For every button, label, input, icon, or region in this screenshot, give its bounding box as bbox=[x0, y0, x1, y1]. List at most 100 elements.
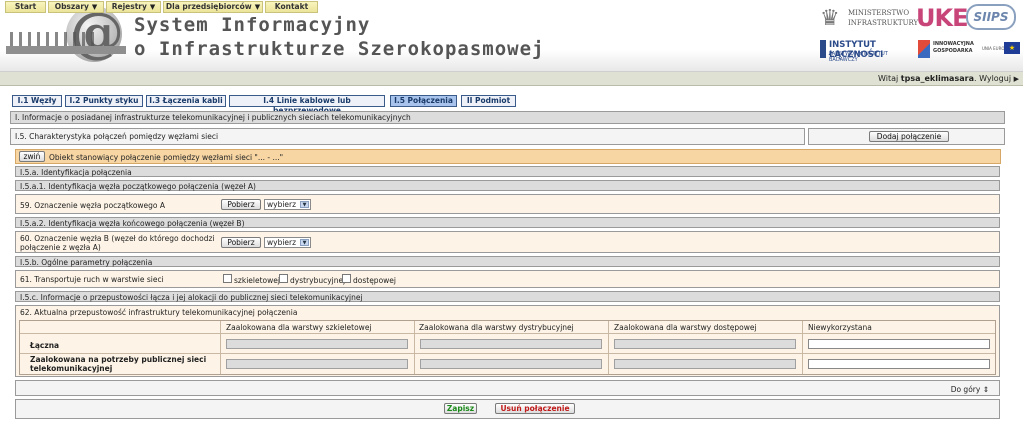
laczna-szkieletowej-field bbox=[226, 339, 408, 349]
sips-logo[interactable]: SIIPS bbox=[966, 4, 1016, 30]
menu-rejestry[interactable]: Rejestry ▼ bbox=[106, 1, 161, 13]
col-header-szkieletowej: Zaalokowana dla warstwy szkieletowej bbox=[226, 323, 372, 332]
field-59-select[interactable]: wybierz ▼ bbox=[264, 199, 311, 210]
dropdown-arrow-icon: ▼ bbox=[149, 3, 156, 11]
laczna-dystrybucyjnej-field bbox=[420, 339, 602, 349]
field-59-label: 59. Oznaczenie węzła początkowego A bbox=[20, 201, 166, 210]
logout-link[interactable]: Wyloguj bbox=[979, 74, 1011, 83]
field-59-select-value: wybierz bbox=[267, 200, 297, 209]
checkbox-dystrybucyjnej[interactable] bbox=[279, 274, 288, 283]
field-62-label: 62. Aktualna przepustowość infrastruktur… bbox=[20, 308, 298, 317]
section-i-title: I. Informacje o posiadanej infrastruktur… bbox=[15, 113, 411, 122]
ig-line2: GOSPODARKA bbox=[933, 48, 973, 54]
menu-label: Dla przedsiębiorców bbox=[165, 2, 252, 11]
field-60-select-value: wybierz bbox=[267, 238, 297, 247]
field-60-label-line2: połączenie z węzła A) bbox=[20, 243, 101, 252]
publiczna-szkieletowej-field bbox=[226, 359, 408, 369]
section-i5a2-header: I.5.a.2. Identyfikacja węzła końcowego p… bbox=[15, 217, 1000, 228]
save-button[interactable]: Zapisz bbox=[444, 403, 477, 414]
menu-start[interactable]: Start bbox=[5, 1, 46, 13]
add-connection-button[interactable]: Dodaj połączenie bbox=[869, 131, 949, 142]
menu-kontakt[interactable]: Kontakt bbox=[265, 1, 318, 13]
collapse-button[interactable]: zwiń bbox=[19, 151, 45, 162]
checkbox-dystrybucyjnej-label: dystrybucyjnej bbox=[290, 276, 346, 285]
ig-line1: INNOWACYJNA bbox=[933, 41, 974, 47]
row-label-laczna: Łączna bbox=[30, 341, 60, 350]
ministry-line2: INFRASTRUKTURY bbox=[848, 19, 919, 27]
col-header-dystrybucyjnej: Zaalokowana dla warstwy dystrybucyjnej bbox=[419, 323, 574, 332]
field-60-fetch-button[interactable]: Pobierz bbox=[221, 237, 261, 248]
section-i5a1-title: I.5.a.1. Identyfikacja węzła początkoweg… bbox=[20, 182, 256, 191]
ministry-logo[interactable]: ♛ MINISTERSTWO INFRASTRUKTURY bbox=[820, 4, 920, 36]
tab-punkty-styku[interactable]: I.2 Punkty styku bbox=[65, 95, 143, 107]
row-label-publiczna-line1: Zaalokowana na potrzeby publicznej sieci bbox=[30, 355, 207, 364]
section-i5a1-header: I.5.a.1. Identyfikacja węzła początkoweg… bbox=[15, 180, 1000, 191]
field-60-label-line1: 60. Oznaczenie węzła B (węzeł do którego… bbox=[20, 234, 215, 243]
laczna-niewykorzystana-input[interactable] bbox=[808, 339, 990, 349]
caret-right-icon: ▶ bbox=[1013, 75, 1019, 83]
welcome-prefix: Witaj bbox=[878, 74, 899, 83]
welcome-username: tpsa_eklimasara bbox=[900, 74, 974, 83]
section-i5a-title: I.5.a. Identyfikacja połączenia bbox=[20, 168, 132, 177]
section-i5c-header: I.5.c. Informacje o przepustowości łącza… bbox=[15, 291, 1000, 302]
section-i5b-header: I.5.b. Ogólne parametry połączenia bbox=[15, 256, 1000, 267]
table-divider bbox=[802, 321, 803, 374]
field-59-fetch-button[interactable]: Pobierz bbox=[221, 199, 261, 210]
innowacyjna-gospodarka-logo[interactable]: INNOWACYJNA GOSPODARKA bbox=[918, 40, 980, 62]
tab-polaczenia[interactable]: I.5 Połączenia bbox=[390, 95, 457, 107]
uke-logo-text: UKE bbox=[916, 4, 968, 32]
app-title-line2: o Infrastrukturze Szerokopasmowej bbox=[134, 38, 545, 60]
checkbox-szkieletowej-label: szkieletowej bbox=[234, 276, 280, 285]
eu-logo[interactable]: UNIA EUROPEJSKA ★ bbox=[982, 40, 1020, 60]
section-i5a-header: I.5.a. Identyfikacja połączenia bbox=[15, 166, 1000, 177]
add-connection-cell: Dodaj połączenie bbox=[808, 128, 1005, 145]
ig-mark-icon bbox=[918, 40, 930, 58]
col-header-dostepowej: Zaalokowana dla warstwy dostępowej bbox=[614, 323, 757, 332]
field-61-label: 61. Transportuje ruch w warstwie sieci bbox=[20, 275, 164, 284]
table-divider bbox=[414, 321, 415, 374]
col-header-niewykorzystana: Niewykorzystana bbox=[808, 323, 872, 332]
logo-bar bbox=[6, 46, 126, 54]
dropdown-arrow-icon: ▼ bbox=[91, 3, 98, 11]
menu-label: Obszary bbox=[54, 2, 89, 11]
field-59-row: 59. Oznaczenie węzła początkowego A Pobi… bbox=[15, 194, 1000, 214]
action-buttons-row: Zapisz Usuń połączenie bbox=[15, 399, 1000, 419]
menu-obszary[interactable]: Obszary ▼ bbox=[48, 1, 104, 13]
up-down-arrow-icon: ⇕ bbox=[982, 385, 989, 394]
ministry-line1: MINISTERSTWO bbox=[848, 9, 910, 17]
app-title-line1: System Informacyjny bbox=[134, 14, 371, 36]
table-divider bbox=[20, 333, 995, 334]
section-i-header: I. Informacje o posiadanej infrastruktur… bbox=[10, 111, 1005, 124]
field-60-select[interactable]: wybierz ▼ bbox=[264, 237, 311, 248]
dropdown-arrow-icon: ▼ bbox=[254, 3, 261, 11]
back-to-top-row: Do góry ⇕ bbox=[15, 380, 1000, 396]
delete-connection-button[interactable]: Usuń połączenie bbox=[495, 403, 575, 414]
eagle-emblem-icon: ♛ bbox=[820, 6, 840, 31]
instytut-lacznosci-logo[interactable]: INSTYTUT ŁĄCZNOŚCI PAŃSTWOWY INSTYTUT BA… bbox=[820, 40, 914, 63]
menu-dla-przedsiebiorcow[interactable]: Dla przedsiębiorców ▼ bbox=[163, 1, 263, 13]
welcome-text: Witaj tpsa_eklimasara. Wyloguj ▶ bbox=[878, 74, 1019, 83]
main-menu-bar bbox=[0, 72, 1023, 86]
tab-linie-kablowe[interactable]: I.4 Linie kablowe lub bezprzewodowe bbox=[229, 95, 385, 115]
back-to-top-link[interactable]: Do góry ⇕ bbox=[951, 385, 989, 394]
field-61-row: 61. Transportuje ruch w warstwie sieci s… bbox=[15, 270, 1000, 288]
field-60-row: 60. Oznaczenie węzła B (węzeł do którego… bbox=[15, 231, 1000, 253]
tab-laczenia-kabli[interactable]: I.3 Łączenia kabli bbox=[146, 95, 226, 107]
table-divider bbox=[220, 321, 221, 374]
publiczna-niewykorzystana-input[interactable] bbox=[808, 359, 990, 369]
checkbox-dostepowej-label: dostępowej bbox=[353, 276, 396, 285]
checkbox-szkieletowej[interactable] bbox=[223, 274, 232, 283]
il-mark-icon bbox=[820, 40, 826, 58]
uke-logo[interactable]: UKE bbox=[916, 4, 968, 36]
object-title: Obiekt stanowiący połączenie pomiędzy wę… bbox=[49, 153, 284, 162]
section-i5-header: I.5. Charakterystyka połączeń pomiędzy w… bbox=[10, 128, 805, 145]
chevron-down-icon: ▼ bbox=[300, 239, 309, 246]
tab-wezly[interactable]: I.1 Węzły bbox=[12, 95, 62, 107]
checkbox-dostepowej[interactable] bbox=[342, 274, 351, 283]
eu-flag-icon: ★ bbox=[1004, 42, 1020, 54]
app-logo[interactable]: @ bbox=[6, 4, 128, 68]
il-line2: PAŃSTWOWY INSTYTUT BADAWCZY bbox=[829, 51, 888, 63]
chevron-down-icon: ▼ bbox=[300, 201, 309, 208]
tab-podmiot[interactable]: II Podmiot bbox=[461, 95, 516, 107]
field-62-block: 62. Aktualna przepustowość infrastruktur… bbox=[15, 305, 1000, 377]
